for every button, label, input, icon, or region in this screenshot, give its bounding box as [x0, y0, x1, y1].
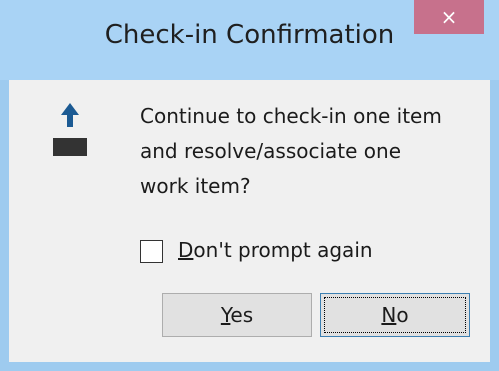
dont-prompt-again-checkbox[interactable] — [140, 240, 163, 263]
mnemonic-letter: D — [178, 238, 194, 262]
message-line: Continue to check-in one item — [140, 104, 442, 128]
label-text: on't prompt again — [193, 238, 373, 262]
message-line: and resolve/associate one — [140, 139, 402, 163]
no-button[interactable]: No — [320, 293, 470, 337]
dont-prompt-again-label[interactable]: Don't prompt again — [178, 238, 373, 262]
yes-button[interactable]: Yes — [162, 293, 312, 337]
message-line: work item? — [140, 174, 251, 198]
focus-rectangle — [324, 297, 466, 333]
checkin-arrow-icon — [53, 103, 87, 156]
confirmation-message: Continue to check-in one item and resolv… — [140, 99, 480, 204]
dialog-window: Check-in Confirmation × Continue to chec… — [0, 0, 499, 371]
close-button[interactable]: × — [414, 0, 484, 34]
mnemonic-letter: Y — [220, 303, 231, 327]
button-label: es — [230, 303, 254, 327]
title-bar[interactable]: Check-in Confirmation × — [0, 0, 499, 80]
close-icon: × — [440, 5, 458, 29]
